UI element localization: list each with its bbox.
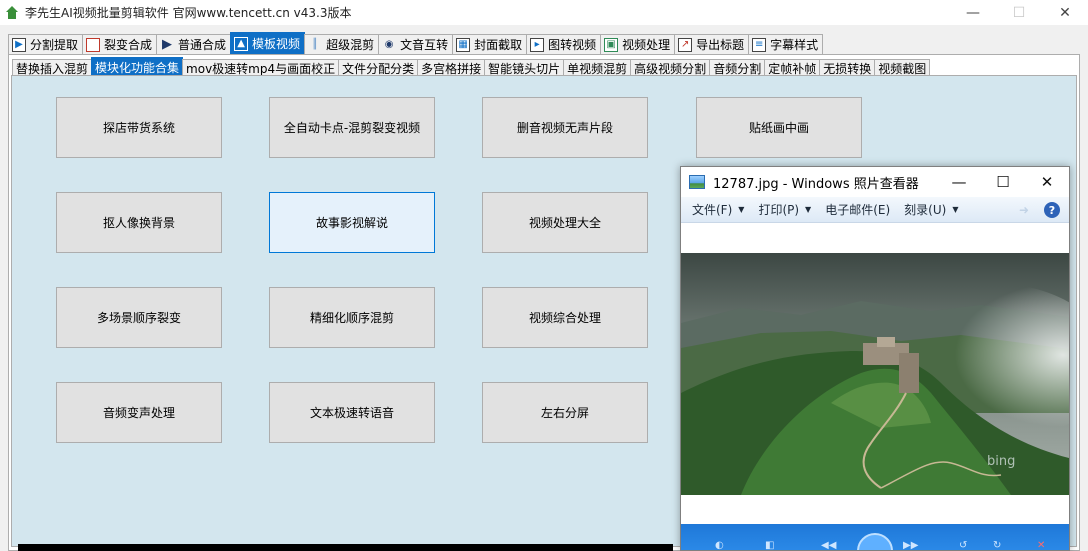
feature-button[interactable]: 视频处理大全 bbox=[482, 192, 648, 253]
feature-button[interactable]: 贴纸画中画 bbox=[696, 97, 862, 158]
bing-watermark: bing bbox=[987, 454, 1015, 469]
app-titlebar: 李先生AI视频批量剪辑软件 官网www.tencett.cn v43.3版本 —… bbox=[0, 0, 1088, 25]
delete-icon[interactable]: ✕ bbox=[1037, 540, 1045, 550]
photo-viewer-window: 12787.jpg - Windows 照片查看器 — ☐ ✕ 文件(F) ▼ 打… bbox=[680, 166, 1070, 551]
feature-button[interactable]: 探店带货系统 bbox=[56, 97, 222, 158]
tab-video-process[interactable]: ▣ 视频处理 bbox=[600, 34, 676, 54]
rotate-right-icon[interactable]: ↻ bbox=[993, 540, 1001, 550]
actual-size-icon[interactable]: ◧ bbox=[765, 540, 774, 550]
tab-cover-capture[interactable]: ▦ 封面截取 bbox=[452, 34, 528, 54]
tab-normal-compose[interactable]: ▶ 普通合成 bbox=[156, 34, 232, 54]
play-icon: ▶ bbox=[162, 37, 173, 52]
feature-button[interactable]: 删音视频无声片段 bbox=[482, 97, 648, 158]
app-title: 李先生AI视频批量剪辑软件 官网www.tencett.cn v43.3版本 bbox=[25, 6, 352, 20]
viewer-titlebar: 12787.jpg - Windows 照片查看器 — ☐ ✕ bbox=[681, 167, 1069, 197]
export-icon: ↗ bbox=[678, 37, 693, 52]
viewer-canvas: bing bbox=[681, 224, 1069, 524]
viewer-minimize-button[interactable]: — bbox=[937, 167, 981, 197]
image-video-icon: ▸ bbox=[530, 37, 545, 52]
feature-button[interactable]: 故事影视解说 bbox=[269, 192, 435, 253]
viewer-menubar: 文件(F) ▼ 打印(P) ▼ 电子邮件(E) 刻录(U) ▼ ➜ ? bbox=[681, 197, 1069, 223]
feature-button[interactable]: 抠人像换背景 bbox=[56, 192, 222, 253]
zoom-icon[interactable]: ◐ bbox=[715, 540, 724, 550]
tab-template-video[interactable]: ▲ 模板视频 bbox=[230, 32, 306, 54]
next-icon[interactable]: ▶▶ bbox=[903, 540, 918, 550]
close-button[interactable]: ✕ bbox=[1042, 0, 1088, 25]
video-process-icon: ▣ bbox=[604, 37, 619, 52]
bottom-video-strip bbox=[18, 544, 673, 551]
chevron-down-icon: ▼ bbox=[738, 205, 745, 214]
feature-button[interactable]: 文本极速转语音 bbox=[269, 382, 435, 443]
microphone-icon: ◉ bbox=[384, 39, 394, 50]
waveform-icon: ║ bbox=[312, 39, 319, 50]
viewer-maximize-button[interactable]: ☐ bbox=[981, 167, 1025, 197]
tab-super-mix[interactable]: ║ 超级混剪 bbox=[304, 34, 380, 54]
previous-icon[interactable]: ◀◀ bbox=[821, 540, 836, 550]
sub-tab-strip: 替换插入混剪 模块化功能合集 mov极速转mp4与画面校正 文件分配分类 多宫格… bbox=[12, 57, 931, 77]
landscape-photo: bing bbox=[681, 253, 1069, 495]
viewer-title: 12787.jpg - Windows 照片查看器 bbox=[713, 176, 919, 192]
feature-button[interactable]: 多场景顺序裂变 bbox=[56, 287, 222, 348]
subtitle-icon: ≡ bbox=[752, 37, 767, 52]
open-arrow-icon[interactable]: ➜ bbox=[1019, 203, 1029, 217]
viewer-toolbar: ◐ ◧ ◀◀ ▶▶ ↺ ↻ ✕ bbox=[681, 524, 1069, 550]
rotate-left-icon[interactable]: ↺ bbox=[959, 540, 967, 550]
viewer-window-controls: — ☐ ✕ bbox=[937, 167, 1069, 197]
viewer-close-button[interactable]: ✕ bbox=[1025, 167, 1069, 197]
feature-button[interactable]: 左右分屏 bbox=[482, 382, 648, 443]
photo-viewer-icon bbox=[689, 175, 705, 189]
feature-button[interactable]: 音频变声处理 bbox=[56, 382, 222, 443]
chevron-down-icon: ▼ bbox=[805, 205, 812, 214]
house-icon bbox=[5, 5, 19, 20]
window-controls: — ☐ ✕ bbox=[950, 0, 1088, 25]
tab-image-to-video[interactable]: ▸ 图转视频 bbox=[526, 34, 602, 54]
feature-button[interactable]: 全自动卡点-混剪裂变视频 bbox=[269, 97, 435, 158]
menu-print[interactable]: 打印(P) ▼ bbox=[751, 201, 818, 218]
menu-file[interactable]: 文件(F) ▼ bbox=[685, 201, 751, 218]
image-icon: ▦ bbox=[456, 37, 471, 52]
citadel-landscape-image: bing bbox=[681, 253, 1069, 495]
chevron-down-icon: ▼ bbox=[952, 205, 959, 214]
square-icon bbox=[86, 37, 101, 52]
feature-button[interactable]: 精细化顺序混剪 bbox=[269, 287, 435, 348]
subtab-module-collection[interactable]: 模块化功能合集 bbox=[91, 57, 184, 77]
menu-email[interactable]: 电子邮件(E) bbox=[818, 201, 897, 218]
slideshow-button[interactable] bbox=[857, 533, 893, 550]
feature-button[interactable]: 视频综合处理 bbox=[482, 287, 648, 348]
tab-export-title[interactable]: ↗ 导出标题 bbox=[674, 34, 750, 54]
tab-fission-compose[interactable]: 裂变合成 bbox=[82, 34, 158, 54]
help-icon[interactable]: ? bbox=[1044, 202, 1060, 218]
play-square-icon: ▶ bbox=[12, 37, 26, 52]
tab-subtitle-style[interactable]: ≡ 字幕样式 bbox=[748, 34, 824, 54]
maximize-button[interactable]: ☐ bbox=[996, 0, 1042, 25]
tab-split-extract[interactable]: ▶ 分割提取 bbox=[8, 34, 84, 54]
template-icon: ▲ bbox=[234, 36, 249, 51]
minimize-button[interactable]: — bbox=[950, 0, 996, 25]
menu-burn[interactable]: 刻录(U) ▼ bbox=[897, 201, 965, 218]
tab-text-audio[interactable]: ◉ 文音互转 bbox=[378, 34, 454, 54]
main-tab-strip: ▶ 分割提取 裂变合成 ▶ 普通合成 ▲ 模板视频 ║ 超级混剪 ◉ 文音互转 ▦ 封面截取… bbox=[8, 32, 824, 54]
